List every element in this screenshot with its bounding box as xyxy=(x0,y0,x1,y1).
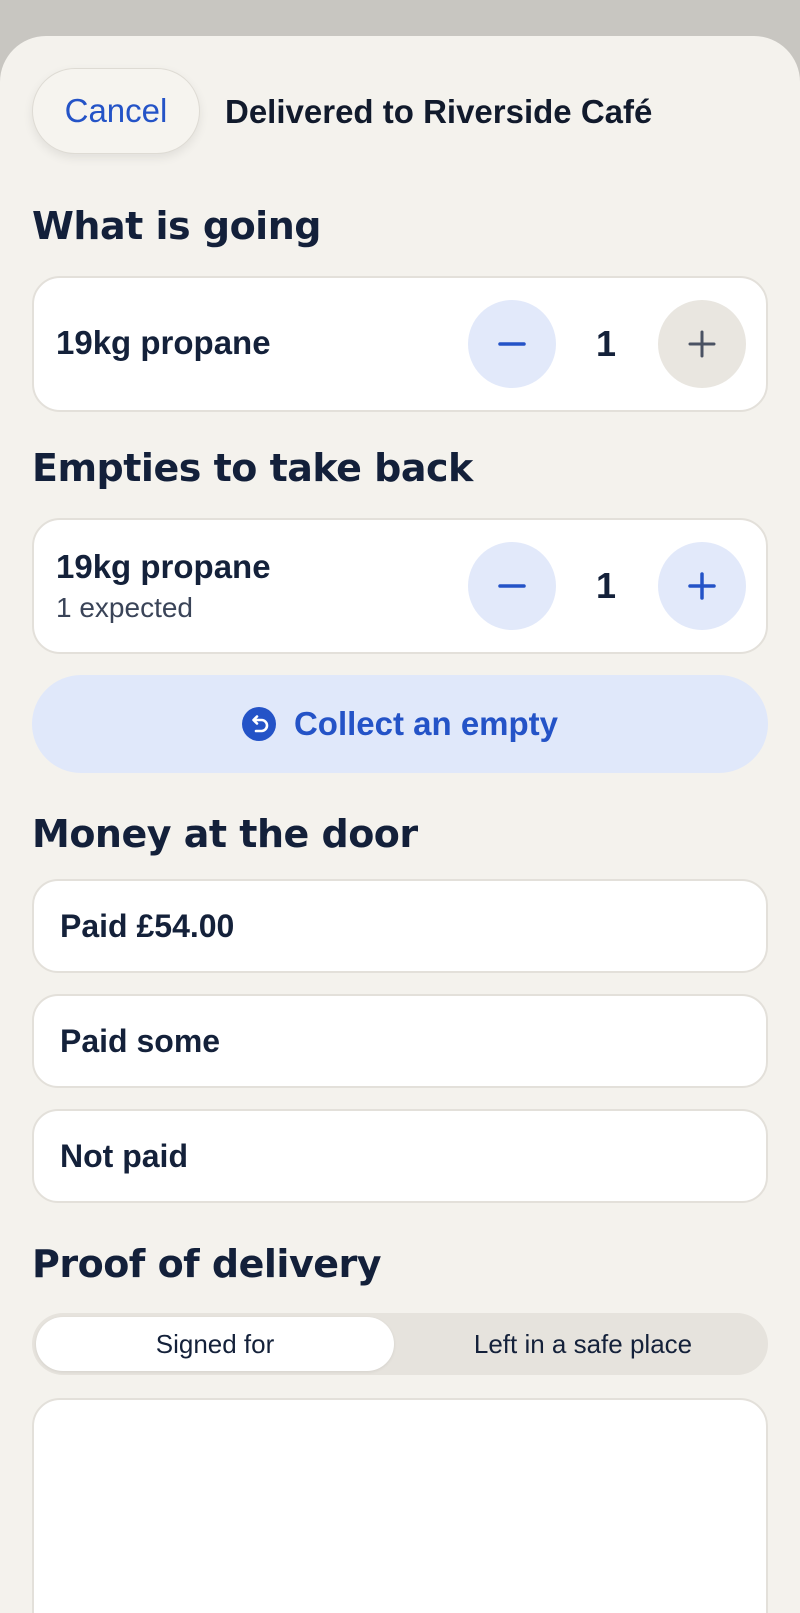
section-heading-proof: Proof of delivery xyxy=(32,1242,382,1286)
empties-decrease-button[interactable] xyxy=(468,542,556,630)
payment-option-paid-some[interactable]: Paid some xyxy=(32,994,768,1088)
section-heading-empties: Empties to take back xyxy=(32,446,473,490)
page-title: Delivered to Riverside Café xyxy=(225,93,653,130)
payment-option-paid-full[interactable]: Paid £54.00 xyxy=(32,879,768,973)
empties-item-expected: 1 expected xyxy=(56,592,193,623)
delivery-sheet: Cancel Delivered to Riverside Café What … xyxy=(0,36,800,1613)
proof-segmented-control: Signed for Left in a safe place xyxy=(32,1313,768,1375)
going-quantity: 1 xyxy=(595,323,617,364)
section-heading-what-is-going: What is going xyxy=(32,204,321,248)
empties-item-card: 19kg propane 1 expected 1 xyxy=(32,518,768,654)
going-decrease-button[interactable] xyxy=(468,300,556,388)
going-item-name: 19kg propane xyxy=(56,324,271,361)
payment-option-not-paid[interactable]: Not paid xyxy=(32,1109,768,1203)
going-increase-button[interactable] xyxy=(658,300,746,388)
empties-quantity: 1 xyxy=(595,565,617,606)
signature-pad[interactable] xyxy=(32,1398,768,1613)
minus-icon xyxy=(498,342,526,346)
minus-icon xyxy=(498,584,526,588)
section-heading-money: Money at the door xyxy=(32,812,418,856)
empties-increase-button[interactable] xyxy=(658,542,746,630)
collect-empty-button[interactable]: Collect an empty xyxy=(32,675,768,773)
going-item-card: 19kg propane 1 xyxy=(32,276,768,412)
empties-item-name: 19kg propane xyxy=(56,548,271,585)
cancel-button[interactable]: Cancel xyxy=(32,68,200,154)
segment-signed-for[interactable]: Signed for xyxy=(36,1317,394,1371)
plus-icon xyxy=(688,572,716,600)
collect-empty-label: Collect an empty xyxy=(293,705,559,742)
return-arrow-icon xyxy=(241,707,276,741)
segment-safe-place[interactable]: Left in a safe place xyxy=(402,1317,764,1371)
plus-icon xyxy=(688,330,716,358)
